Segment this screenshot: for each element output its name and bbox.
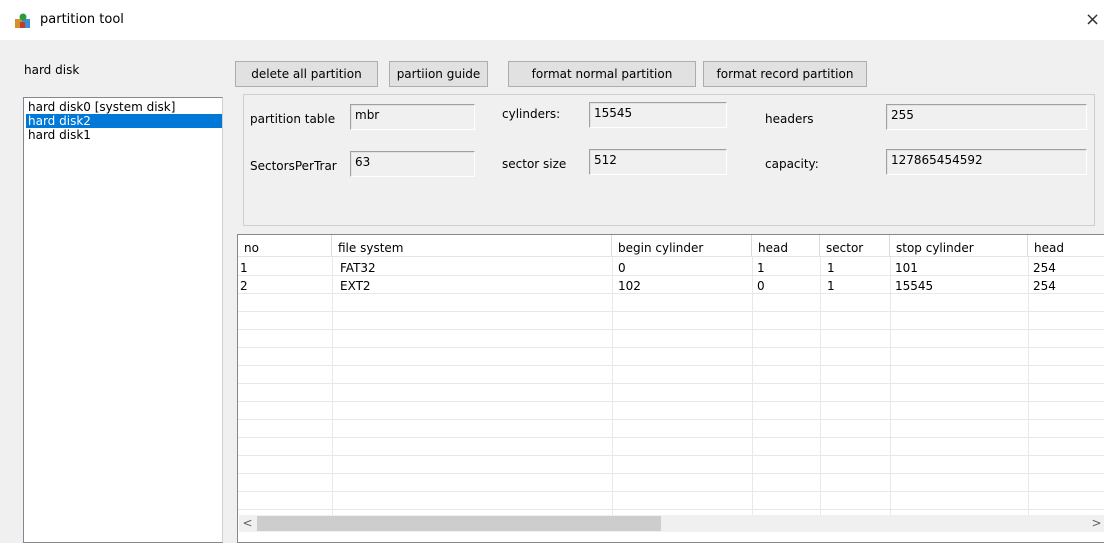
cell-sector: 1 [827,279,835,293]
capacity-label: capacity: [765,157,819,171]
cell-stop-cylinder: 15545 [895,279,934,293]
window-title: partition tool [40,12,124,27]
sector-size-field: 512 [589,149,727,175]
disk-item-disk1[interactable]: hard disk1 [26,128,222,142]
cylinders-label: cylinders: [502,107,561,121]
capacity-field: 127865454592 [886,149,1087,175]
cell-no: 2 [240,279,248,293]
partition-table-field: mbr [350,104,475,130]
column-header-head[interactable]: head [752,235,820,257]
cell-no: 1 [240,261,248,275]
hard-disk-label: hard disk [24,63,80,77]
partition-tool-app-icon [15,13,30,28]
sectors-per-track-label: SectorsPerTrar [250,159,337,173]
cell-head: 1 [757,261,765,275]
grid-line [238,401,1104,402]
column-header-begin-cylinder[interactable]: begin cylinder [612,235,752,257]
scroll-right-arrow-icon[interactable]: > [1088,515,1104,532]
grid-line [612,257,613,524]
grid-line [238,383,1104,384]
scrollbar-thumb[interactable] [257,516,661,531]
grid-line [238,347,1104,348]
grid-line [238,311,1104,312]
sectors-per-track-field: 63 [350,151,475,177]
disk-list[interactable]: hard disk0 [system disk] hard disk2 hard… [23,97,223,543]
disk-item-disk0[interactable]: hard disk0 [system disk] [26,100,222,114]
delete-all-partition-button[interactable]: delete all partition [235,61,378,87]
grid-line [752,257,753,524]
grid-line [238,509,1104,510]
column-header-stop-head[interactable]: head [1028,235,1104,257]
grid-line [238,455,1104,456]
close-button[interactable]: × [1081,8,1104,32]
format-normal-partition-button[interactable]: format normal partition [508,61,696,87]
column-header-no[interactable]: no [238,235,332,257]
grid-line [890,257,891,524]
partition-table[interactable]: no file system begin cylinder head secto… [237,234,1104,543]
grid-line [238,329,1104,330]
cylinders-field: 15545 [589,102,727,128]
column-header-stop-cylinder[interactable]: stop cylinder [890,235,1028,257]
column-header-sector[interactable]: sector [820,235,890,257]
grid-line [1028,257,1029,524]
cell-begin-cylinder: 102 [618,279,641,293]
grid-line [238,365,1104,366]
disk-info-panel: partition table mbr cylinders: 15545 hea… [243,94,1095,226]
horizontal-scrollbar[interactable]: < > [239,515,1104,532]
cell-stop-head: 254 [1033,261,1056,275]
headers-field: 255 [886,104,1087,130]
grid-line [332,257,333,524]
scroll-left-arrow-icon[interactable]: < [239,515,256,532]
grid-line [238,437,1104,438]
column-header-file-system[interactable]: file system [332,235,612,257]
format-record-partition-button[interactable]: format record partition [703,61,867,87]
cell-file-system: EXT2 [340,279,371,293]
disk-item-disk2[interactable]: hard disk2 [26,114,222,128]
cell-file-system: FAT32 [340,261,376,275]
cell-begin-cylinder: 0 [618,261,626,275]
headers-label: headers [765,112,814,126]
close-icon[interactable]: × [1085,9,1100,30]
grid-line [238,473,1104,474]
cell-head: 0 [757,279,765,293]
cell-stop-cylinder: 101 [895,261,918,275]
grid-line [238,419,1104,420]
sector-size-label: sector size [502,157,567,171]
cell-sector: 1 [827,261,835,275]
grid-line [238,491,1104,492]
partition-guide-button[interactable]: partiion guide [389,61,488,87]
cell-stop-head: 254 [1033,279,1056,293]
grid-line [820,257,821,524]
title-bar: partition tool × [0,0,1104,40]
partition-table-label: partition table [250,112,336,126]
